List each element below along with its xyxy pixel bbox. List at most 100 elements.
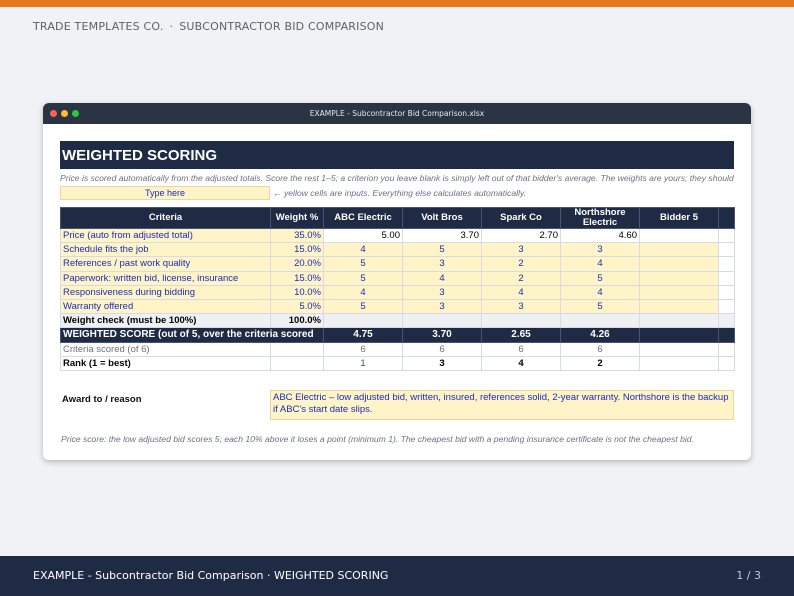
- criteria-row: Price (auto from adjusted total) 35.0% 5.0…: [60, 227, 735, 244]
- score-input-cell[interactable]: 4: [560, 284, 640, 300]
- row-spacer-cell: [718, 284, 735, 300]
- score-input-cell[interactable]: 5: [323, 270, 403, 286]
- rank-value: 1: [323, 355, 403, 371]
- weighted-score-label: WEIGHTED SCORE (out of 5, over the crite…: [60, 327, 324, 343]
- score-input-cell[interactable]: 3: [402, 284, 482, 300]
- award-section: Award to / reason ABC Electric – low adj…: [60, 390, 734, 420]
- score-input-cell[interactable]: 5: [560, 270, 640, 286]
- criteria-label: Paperwork: written bid, license, insuran…: [60, 270, 271, 286]
- spreadsheet-window: EXAMPLE - Subcontractor Bid Comparison.x…: [43, 103, 751, 460]
- score-input-cell[interactable]: [639, 298, 719, 315]
- rank-value: 2: [560, 355, 640, 371]
- criteria-scored-value: [639, 341, 719, 357]
- brand-separator: ·: [169, 20, 174, 33]
- weighted-score-value: [639, 327, 719, 343]
- criteria-row: References / past work quality 20.0% 5 3 2 4: [60, 256, 735, 272]
- brand-subtitle: SUBCONTRACTOR BID COMPARISON: [179, 20, 385, 33]
- criteria-label: Responsiveness during bidding: [60, 284, 271, 300]
- criteria-label: Schedule fits the job: [60, 242, 271, 258]
- weighted-score-row: WEIGHTED SCORE (out of 5, over the crite…: [60, 327, 735, 343]
- input-legend-text: ← yellow cells are inputs. Everything el…: [273, 188, 526, 198]
- weight-check-value: 100.0%: [270, 313, 324, 329]
- score-input-cell[interactable]: 3: [481, 242, 561, 258]
- weight-cell[interactable]: 35.0%: [270, 227, 324, 244]
- col-header-bidder-5[interactable]: Bidder 5: [639, 207, 719, 229]
- sheet-banner: WEIGHTED SCORING: [60, 141, 734, 169]
- rank-value: [639, 355, 719, 371]
- score-input-cell[interactable]: 3: [481, 298, 561, 315]
- price-score-cell: [639, 227, 719, 244]
- award-label: Award to / reason: [62, 394, 142, 405]
- award-reason-input[interactable]: ABC Electric – low adjusted bid, written…: [270, 390, 734, 420]
- score-input-cell[interactable]: [639, 242, 719, 258]
- row-spacer-cell: [718, 256, 735, 272]
- score-input-cell[interactable]: 3: [402, 256, 482, 272]
- score-input-cell[interactable]: 4: [560, 256, 640, 272]
- weight-cell[interactable]: 5.0%: [270, 298, 324, 315]
- accent-bar: [0, 0, 794, 7]
- score-input-cell[interactable]: 5: [323, 256, 403, 272]
- price-score-cell: 3.70: [402, 227, 482, 244]
- criteria-scored-value: 6: [402, 341, 482, 357]
- weight-check-empty: [402, 313, 482, 329]
- criteria-scored-empty: [270, 341, 324, 357]
- weighted-score-value: 3.70: [402, 327, 482, 343]
- brand-header: TRADE TEMPLATES CO. · SUBCONTRACTOR BID CO…: [33, 20, 384, 33]
- row-spacer-cell: [718, 298, 735, 315]
- score-input-cell[interactable]: 5: [402, 242, 482, 258]
- score-input-cell[interactable]: 2: [481, 256, 561, 272]
- row-spacer-cell: [718, 341, 735, 357]
- weight-check-empty: [323, 313, 403, 329]
- score-input-cell[interactable]: 3: [402, 298, 482, 315]
- col-header-bidder-4[interactable]: Northshore Electric: [560, 207, 640, 229]
- brand-name: TRADE TEMPLATES CO.: [33, 20, 164, 33]
- weight-check-empty: [560, 313, 640, 329]
- criteria-label: References / past work quality: [60, 256, 271, 272]
- criteria-scored-value: 6: [481, 341, 561, 357]
- criteria-scored-value: 6: [560, 341, 640, 357]
- row-spacer-cell: [718, 227, 735, 244]
- score-input-cell[interactable]: [639, 270, 719, 286]
- criteria-row: Warranty offered 5.0% 5 3 3 5: [60, 298, 735, 315]
- score-input-cell[interactable]: 5: [560, 298, 640, 315]
- row-spacer-cell: [718, 355, 735, 371]
- col-header-bidder-1[interactable]: ABC Electric: [323, 207, 403, 229]
- input-legend: Type here ← yellow cells are inputs. Eve…: [60, 186, 734, 200]
- col-header-bidder-2[interactable]: Volt Bros: [402, 207, 482, 229]
- score-input-cell[interactable]: 4: [481, 284, 561, 300]
- weight-cell[interactable]: 15.0%: [270, 270, 324, 286]
- window-titlebar: EXAMPLE - Subcontractor Bid Comparison.x…: [43, 103, 751, 124]
- scoring-note: Price is scored automatically from the a…: [60, 173, 734, 183]
- sample-input-cell[interactable]: Type here: [60, 186, 270, 200]
- criteria-scored-label: Criteria scored (of 6): [60, 341, 271, 357]
- col-header-bidder-3[interactable]: Spark Co: [481, 207, 561, 229]
- weight-check-label: Weight check (must be 100%): [60, 313, 271, 329]
- score-input-cell[interactable]: 2: [481, 270, 561, 286]
- weight-cell[interactable]: 10.0%: [270, 284, 324, 300]
- rank-value: 4: [481, 355, 561, 371]
- rank-empty: [270, 355, 324, 371]
- weight-cell[interactable]: 15.0%: [270, 242, 324, 258]
- col-header-weight[interactable]: Weight %: [270, 207, 324, 229]
- criteria-row: Paperwork: written bid, license, insuran…: [60, 270, 735, 286]
- weighted-score-value: 4.26: [560, 327, 640, 343]
- score-input-cell[interactable]: [639, 256, 719, 272]
- score-input-cell[interactable]: 4: [402, 270, 482, 286]
- score-input-cell[interactable]: 4: [323, 284, 403, 300]
- criteria-row: Schedule fits the job 15.0% 4 5 3 3: [60, 242, 735, 258]
- criteria-scored-value: 6: [323, 341, 403, 357]
- criteria-scored-row: Criteria scored (of 6) 6 6 6 6: [60, 341, 735, 357]
- col-header-criteria[interactable]: Criteria: [60, 207, 271, 229]
- rank-value: 3: [402, 355, 482, 371]
- rank-row: Rank (1 = best) 1 3 4 2: [60, 355, 735, 371]
- score-input-cell[interactable]: 3: [560, 242, 640, 258]
- weighted-score-value: 4.75: [323, 327, 403, 343]
- score-input-cell[interactable]: 5: [323, 298, 403, 315]
- score-input-cell[interactable]: 4: [323, 242, 403, 258]
- sheet-area: WEIGHTED SCORING Price is scored automat…: [60, 141, 735, 444]
- footer-bar: EXAMPLE - Subcontractor Bid Comparison ·…: [0, 556, 794, 596]
- weight-cell[interactable]: 20.0%: [270, 256, 324, 272]
- score-input-cell[interactable]: [639, 284, 719, 300]
- price-score-cell: 5.00: [323, 227, 403, 244]
- weighted-score-value: 2.65: [481, 327, 561, 343]
